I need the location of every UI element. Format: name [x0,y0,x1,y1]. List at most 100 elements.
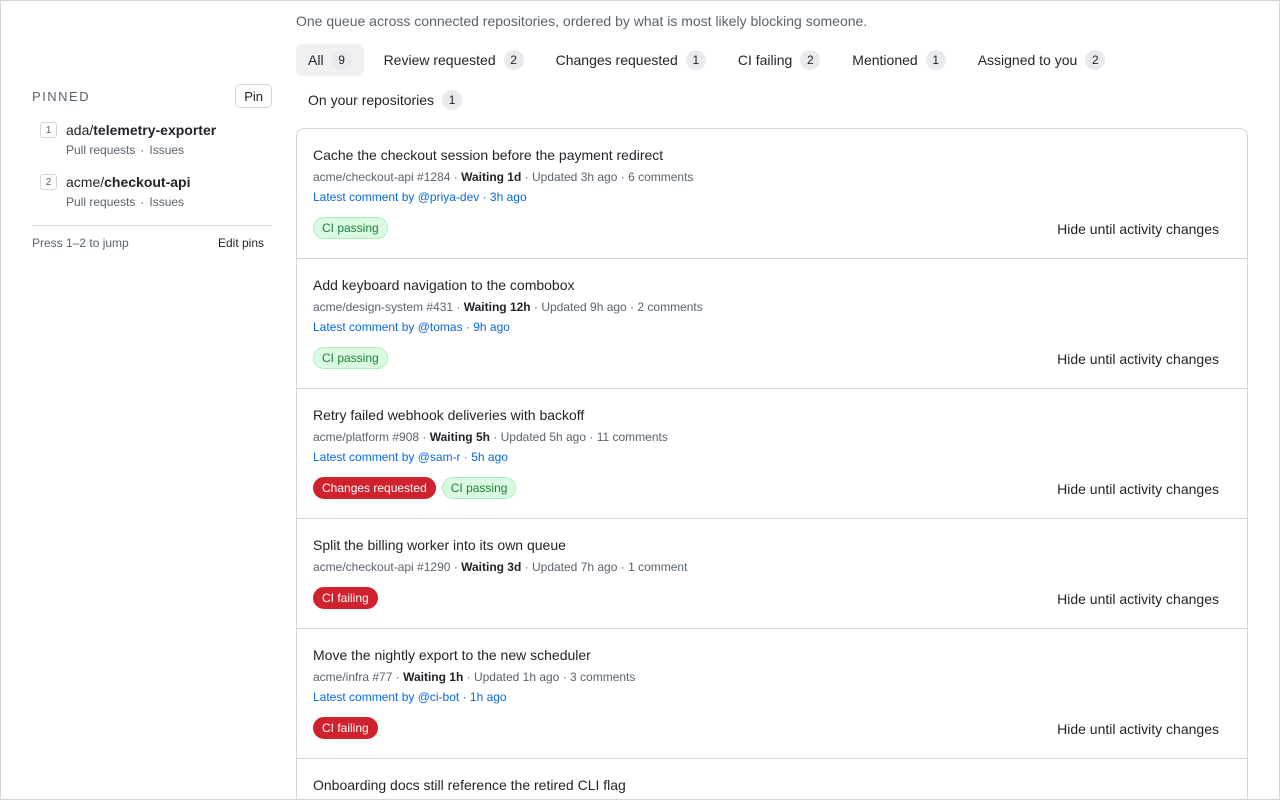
queue-item: Onboarding docs still reference the reti… [297,759,1247,800]
meta-separator: · [489,430,501,444]
tab-review-requested[interactable]: Review requested 2 [372,44,536,76]
tab-count-badge: 2 [1085,50,1106,70]
pull-requests-link[interactable]: Pull requests [66,143,135,157]
latest-comment-link[interactable]: Latest comment by @ci-bot · 1h ago [313,689,1231,705]
waiting-duration: Waiting 1d [461,170,522,184]
repo-name: telemetry-exporter [93,122,217,138]
jump-hint: Press 1–2 to jump [32,236,129,250]
edit-pins-button[interactable]: Edit pins [218,236,264,250]
queue-item: Retry failed webhook deliveries with bac… [297,389,1247,519]
meta-separator: · [521,560,532,574]
pinned-item: 2 acme/checkout-api Pull requests · Issues [32,173,272,225]
hide-until-activity-button[interactable]: Hide until activity changes [1057,221,1219,237]
meta-separator: · [463,670,474,684]
tab-assigned-to-you[interactable]: Assigned to you 2 [966,44,1118,76]
tab-count-badge: 1 [442,90,463,110]
comment-count: 1 comment [628,560,688,574]
item-meta: acme/design-system #431 · Waiting 12h · … [313,299,1231,315]
filter-tabs: All 9 Review requested 2 Changes requested 1 C… [296,44,1248,124]
separator: · [140,143,145,157]
updated-time: Updated 1h ago [473,670,560,684]
tab-all[interactable]: All 9 [296,44,364,76]
item-title-link[interactable]: Cache the checkout session before the pa… [313,146,1231,164]
item-meta: acme/checkout-api #1284 · Waiting 1d · U… [313,169,1231,185]
changes-requested-badge: Changes requested [313,477,436,499]
item-repo-ref[interactable]: acme/checkout-api #1284 [313,170,450,184]
comment-count: 3 comments [570,670,636,684]
pull-requests-link[interactable]: Pull requests [66,195,135,209]
meta-separator: · [392,670,404,684]
latest-comment-link[interactable]: Latest comment by @sam-r · 5h ago [313,449,1231,465]
waiting-duration: Waiting 1h [403,670,464,684]
item-title-link[interactable]: Add keyboard navigation to the combobox [313,276,1231,294]
pin-shortcut-number: 1 [40,122,57,138]
meta-separator: · [626,300,638,314]
latest-comment-link[interactable]: Latest comment by @priya-dev · 3h ago [313,189,1231,205]
item-repo-ref[interactable]: acme/design-system #431 [313,300,453,314]
issues-link[interactable]: Issues [149,195,184,209]
repo-owner: acme/ [66,174,105,190]
tab-count-badge: 2 [800,50,821,70]
tab-label: Assigned to you [977,52,1078,68]
pin-shortcut-number: 2 [40,174,57,190]
item-meta: acme/checkout-api #1290 · Waiting 3d · U… [313,559,1231,575]
pinned-repo-links: Pull requests · Issues [66,194,272,210]
tab-on-your-repositories[interactable]: On your repositories 1 [296,84,474,116]
comment-count: 6 comments [628,170,694,184]
page-subtitle: One queue across connected repositories,… [296,13,868,29]
issues-link[interactable]: Issues [149,143,184,157]
item-repo-ref[interactable]: acme/infra #77 [313,670,392,684]
queue-item: Cache the checkout session before the pa… [297,129,1247,259]
hide-until-activity-button[interactable]: Hide until activity changes [1057,721,1219,737]
ci-passing-badge: CI passing [313,217,388,239]
tab-mentioned[interactable]: Mentioned 1 [840,44,957,76]
pinned-repo-link[interactable]: acme/checkout-api [66,173,272,191]
tab-label: Review requested [383,52,496,68]
sidebar-footer: Press 1–2 to jump Edit pins [32,236,272,250]
ci-failing-badge: CI failing [313,587,378,609]
item-title-link[interactable]: Retry failed webhook deliveries with bac… [313,406,1231,424]
updated-time: Updated 7h ago [531,560,618,574]
item-meta: acme/infra #77 · Waiting 1h · Updated 1h… [313,669,1231,685]
waiting-duration: Waiting 5h [429,430,490,444]
tab-label: All [308,52,324,68]
ci-failing-badge: CI failing [313,717,378,739]
tab-count-badge: 1 [925,50,946,70]
item-title-link[interactable]: Split the billing worker into its own qu… [313,536,1231,554]
waiting-duration: Waiting 12h [463,300,531,314]
item-title-link[interactable]: Onboarding docs still reference the reti… [313,776,1231,794]
hide-until-activity-button[interactable]: Hide until activity changes [1057,351,1219,367]
meta-separator: · [453,300,464,314]
pinned-title: PINNED [32,88,91,104]
item-repo-ref[interactable]: acme/platform #908 [313,430,419,444]
pinned-repo-link[interactable]: ada/telemetry-exporter [66,121,272,139]
tab-label: Mentioned [852,52,918,68]
queue-item: Move the nightly export to the new sched… [297,629,1247,759]
meta-separator: · [586,430,597,444]
meta-separator: · [530,300,542,314]
comment-count: 11 comments [596,430,668,444]
repo-owner: ada/ [66,122,94,138]
ci-passing-badge: CI passing [313,347,388,369]
pinned-item: 1 ada/telemetry-exporter Pull requests · Iss… [32,121,272,173]
hide-until-activity-button[interactable]: Hide until activity changes [1057,591,1219,607]
tab-label: On your repositories [308,92,435,108]
tab-label: CI failing [737,52,793,68]
meta-separator: · [559,670,571,684]
tab-changes-requested[interactable]: Changes requested 1 [544,44,718,76]
queue-list: Cache the checkout session before the pa… [296,128,1248,800]
hide-until-activity-button[interactable]: Hide until activity changes [1057,481,1219,497]
item-repo-ref[interactable]: acme/checkout-api #1290 [313,560,450,574]
comment-count: 2 comments [637,300,703,314]
meta-separator: · [450,170,462,184]
latest-comment-link[interactable]: Latest comment by @tomas · 9h ago [313,319,1231,335]
tab-count-badge: 9 [331,50,352,70]
repo-name: checkout-api [104,174,191,190]
tab-count-badge: 2 [503,50,524,70]
updated-time: Updated 3h ago [531,170,618,184]
tab-ci-failing[interactable]: CI failing 2 [726,44,832,76]
meta-separator: · [419,430,430,444]
meta-separator: · [521,170,532,184]
item-title-link[interactable]: Move the nightly export to the new sched… [313,646,1231,664]
pin-button[interactable]: Pin [235,84,272,108]
